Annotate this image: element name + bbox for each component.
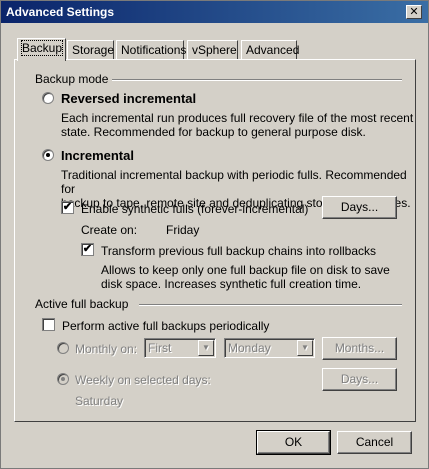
- transform-rollbacks-label[interactable]: Transform previous full backup chains in…: [101, 244, 376, 258]
- synthetic-fulls-checkbox[interactable]: ✔: [61, 201, 74, 214]
- chevron-down-icon: ▼: [297, 340, 313, 356]
- tab-vsphere[interactable]: vSphere: [187, 40, 238, 60]
- group-divider: [139, 304, 402, 306]
- cancel-button[interactable]: Cancel: [337, 431, 412, 454]
- monthly-label[interactable]: Monthly on:: [75, 342, 137, 356]
- active-full-checkbox[interactable]: [42, 318, 55, 331]
- monthly-day-select[interactable]: Monday ▼: [224, 338, 315, 358]
- active-full-label[interactable]: Perform active full backups periodically: [62, 319, 269, 333]
- months-button[interactable]: Months...: [322, 337, 397, 360]
- radio-selected-dot: [61, 377, 65, 381]
- tab-backup[interactable]: Backup: [17, 38, 66, 61]
- tab-storage[interactable]: Storage: [67, 40, 114, 60]
- transform-rollbacks-checkbox[interactable]: ✔: [81, 243, 94, 256]
- weekly-radio[interactable]: [57, 373, 69, 385]
- tab-advanced[interactable]: Advanced: [241, 40, 299, 60]
- close-icon[interactable]: ✕: [406, 5, 422, 19]
- weekly-selected-days: Saturday: [75, 394, 124, 408]
- title-bar: Advanced Settings ✕: [1, 1, 428, 23]
- reversed-incremental-radio[interactable]: [42, 92, 54, 104]
- tab-notifications[interactable]: Notifications: [116, 40, 186, 60]
- synthetic-fulls-label[interactable]: Enable synthetic fulls (forever-incremen…: [81, 202, 308, 216]
- incremental-label[interactable]: Incremental: [61, 148, 134, 163]
- chevron-down-icon: ▼: [198, 340, 214, 356]
- monthly-radio[interactable]: [57, 342, 69, 354]
- reversed-incremental-description: Each incremental run produces full recov…: [61, 111, 414, 139]
- window-title: Advanced Settings: [6, 5, 115, 19]
- advanced-settings-dialog: Advanced Settings ✕ Backup Storage Notif…: [0, 0, 429, 469]
- ok-button[interactable]: OK: [256, 430, 331, 455]
- monthly-week-select[interactable]: First ▼: [144, 338, 216, 358]
- create-on-label: Create on:: [81, 223, 138, 237]
- reversed-incremental-label[interactable]: Reversed incremental: [61, 91, 196, 106]
- create-on-value: Friday: [166, 223, 200, 237]
- incremental-radio[interactable]: [42, 149, 54, 161]
- synthetic-days-button[interactable]: Days...: [322, 196, 397, 219]
- transform-rollbacks-description: Allows to keep only one full backup file…: [101, 263, 390, 291]
- weekly-days-button[interactable]: Days...: [322, 368, 397, 391]
- backup-mode-group-label: Backup mode: [35, 72, 109, 86]
- backup-tab-panel: Backup mode Reversed incremental Each in…: [14, 59, 416, 422]
- weekly-label[interactable]: Weekly on selected days:: [75, 373, 211, 387]
- active-full-group-label: Active full backup: [35, 297, 129, 311]
- radio-selected-dot: [46, 153, 50, 157]
- group-divider: [112, 79, 402, 81]
